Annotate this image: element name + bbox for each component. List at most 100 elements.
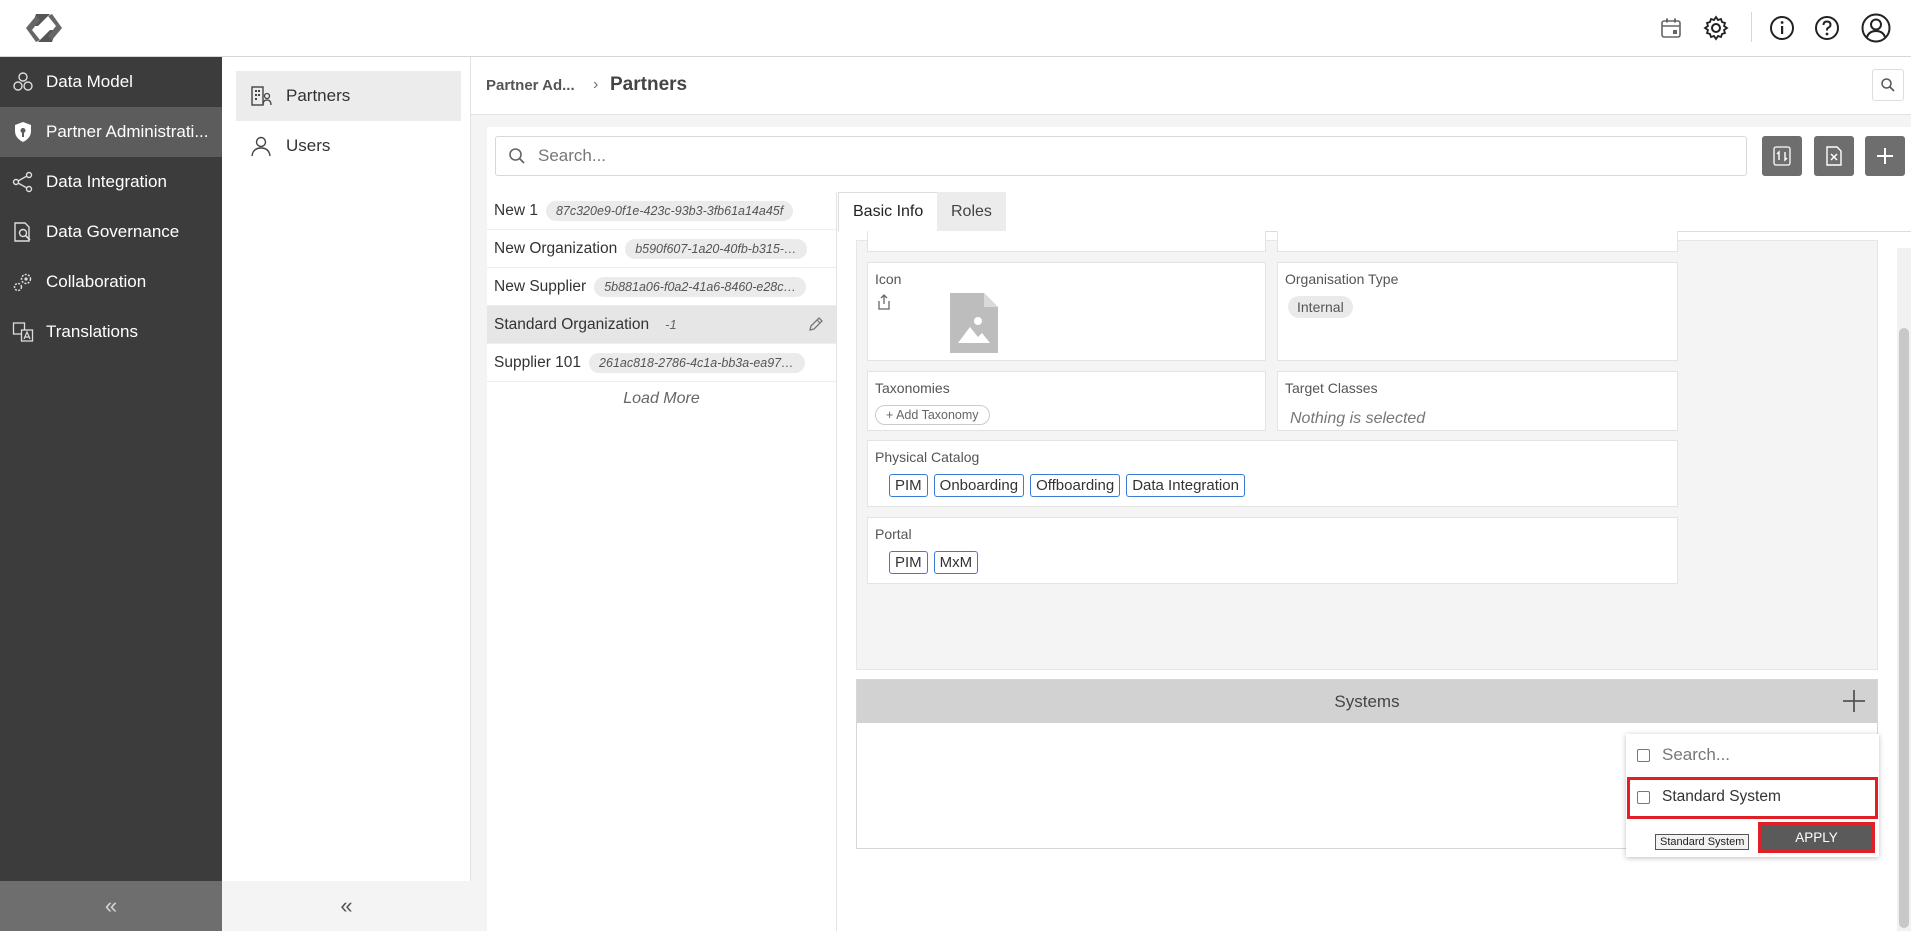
portal-pill-pim[interactable]: PIM	[889, 551, 928, 574]
sidebar-item-label: Data Model	[46, 72, 133, 91]
search-icon	[1881, 78, 1895, 92]
subnav-item-label: Partners	[286, 86, 351, 105]
partners-building-icon	[248, 83, 274, 109]
sidebar-item-label: Translations	[46, 322, 138, 341]
partner-name: New Supplier	[494, 277, 587, 295]
gears-icon	[10, 269, 36, 295]
partner-name: Supplier 101	[494, 353, 582, 371]
double-chevron-left-icon: «	[104, 893, 118, 918]
dropdown-search-input[interactable]: Search...	[1662, 745, 1730, 765]
organisation-type-badge: Internal	[1288, 296, 1353, 318]
subnav-collapse-button[interactable]: «	[222, 881, 471, 931]
app-logo-icon[interactable]	[20, 8, 68, 48]
taxonomies-label: Taxonomies	[875, 380, 950, 396]
delete-button[interactable]	[1814, 136, 1854, 176]
systems-header: Systems	[857, 680, 1877, 723]
add-system-button[interactable]	[1841, 688, 1867, 714]
catalog-pill-data-integration[interactable]: Data Integration	[1126, 474, 1245, 497]
refresh-button[interactable]	[1762, 136, 1802, 176]
portal-label: Portal	[875, 526, 912, 542]
gear-icon[interactable]	[1700, 12, 1732, 44]
physical-catalog-card: Physical Catalog PIM Onboarding Offboardin…	[867, 440, 1678, 507]
sidebar-item-label: Data Integration	[46, 172, 167, 191]
sidebar-item-data-model[interactable]: Data Model	[0, 57, 222, 107]
help-icon[interactable]	[1811, 12, 1843, 44]
sidebar-item-partner-administration[interactable]: Partner Administrati...	[0, 107, 222, 157]
list-item[interactable]: New 1 87c320e9-0f1e-423c-93b3-3fb61a14a4…	[487, 192, 836, 230]
catalog-pill-offboarding[interactable]: Offboarding	[1030, 474, 1121, 497]
tab-basic-info[interactable]: Basic Info	[838, 192, 939, 232]
double-chevron-left-icon: «	[340, 893, 353, 918]
edit-pencil-icon[interactable]	[808, 316, 824, 337]
sub-navigation: Partners Users «	[222, 57, 471, 931]
highlight-apply-box	[1758, 822, 1875, 853]
scrollbar-thumb[interactable]	[1899, 328, 1909, 928]
systems-title: Systems	[1334, 691, 1400, 711]
translate-icon	[10, 319, 36, 345]
list-item-selected[interactable]: Standard Organization -1	[487, 306, 836, 344]
target-classes-label: Target Classes	[1285, 380, 1378, 396]
partner-list: New 1 87c320e9-0f1e-423c-93b3-3fb61a14a4…	[487, 192, 837, 931]
content-scrollbar[interactable]	[1897, 248, 1911, 931]
sidebar-item-collaboration[interactable]: Collaboration	[0, 257, 222, 307]
organisation-type-label: Organisation Type	[1285, 271, 1399, 287]
sidebar-item-translations[interactable]: Translations	[0, 307, 222, 357]
partner-name: Standard Organization	[494, 315, 650, 333]
partner-id-badge: 87c320e9-0f1e-423c-93b3-3fb61a14a45f	[545, 200, 794, 221]
info-icon[interactable]	[1766, 12, 1798, 44]
topbar-divider	[1751, 12, 1752, 42]
portal-card: Portal PIM MxM	[867, 517, 1678, 584]
breadcrumb-parent[interactable]: Partner Ad...	[486, 77, 575, 94]
option-tooltip: Standard System	[1655, 834, 1750, 850]
icon-card: Icon	[867, 262, 1266, 361]
main-sidebar: Data Model Partner Administrati... Data …	[0, 57, 222, 931]
target-classes-card: Target Classes Nothing is selected	[1277, 371, 1678, 431]
catalog-pill-onboarding[interactable]: Onboarding	[933, 474, 1025, 497]
organisation-type-card: Organisation Type Internal	[1277, 262, 1678, 361]
portal-pill-mxm[interactable]: MxM	[933, 551, 979, 574]
list-item[interactable]: New Supplier 5b881a06-f0a2-41a6-8460-e28…	[487, 268, 836, 306]
subnav-item-partners[interactable]: Partners	[236, 71, 461, 121]
partner-name: New Organization	[494, 239, 618, 257]
partner-id: -1	[665, 317, 677, 332]
dropdown-search-row[interactable]: Search...	[1626, 734, 1879, 776]
highlight-option-box	[1627, 777, 1878, 819]
plus-icon	[1877, 148, 1893, 164]
shield-icon	[10, 119, 36, 145]
page-header: Partner Ad... › Partners	[471, 57, 1911, 115]
header-search-button[interactable]	[1872, 69, 1904, 101]
physical-catalog-label: Physical Catalog	[875, 449, 980, 465]
plus-icon	[1843, 690, 1865, 712]
cubes-icon	[10, 69, 36, 95]
add-partner-button[interactable]	[1865, 136, 1905, 176]
image-placeholder-icon	[950, 293, 998, 358]
sidebar-collapse-button[interactable]: «	[0, 881, 222, 931]
add-taxonomy-button[interactable]: + Add Taxonomy	[875, 405, 990, 425]
load-more-link[interactable]: Load More	[487, 382, 836, 408]
sidebar-item-label: Data Governance	[46, 222, 180, 241]
calendar-box-icon[interactable]	[1655, 12, 1687, 44]
partner-search-input[interactable]	[538, 146, 1438, 166]
target-classes-select[interactable]: Nothing is selected	[1290, 410, 1425, 428]
subnav-item-users[interactable]: Users	[236, 121, 461, 171]
select-all-checkbox[interactable]	[1637, 748, 1650, 762]
document-search-icon	[10, 219, 36, 245]
share-nodes-icon	[10, 169, 36, 195]
physical-catalog-pills: PIM Onboarding Offboarding Data Integration	[889, 474, 1251, 497]
icon-label: Icon	[875, 271, 902, 287]
sidebar-item-data-integration[interactable]: Data Integration	[0, 157, 222, 207]
page-title: Partners	[610, 74, 688, 95]
user-avatar-icon[interactable]	[1860, 12, 1892, 44]
list-item[interactable]: Supplier 101 261ac818-2786-4c1a-bb3a-ea9…	[487, 344, 836, 382]
list-item[interactable]: New Organization b590f607-1a20-40fb-b315…	[487, 230, 836, 268]
partner-name: New 1	[494, 201, 538, 219]
detail-tabs: Basic Info Roles	[838, 192, 1911, 232]
tab-roles[interactable]: Roles	[937, 192, 1006, 232]
sidebar-item-data-governance[interactable]: Data Governance	[0, 207, 222, 257]
catalog-pill-pim[interactable]: PIM	[889, 474, 928, 497]
delete-document-icon	[1826, 146, 1842, 166]
breadcrumb-separator: ›	[593, 76, 599, 93]
upload-icon[interactable]	[876, 293, 892, 316]
search-icon	[509, 148, 525, 164]
taxonomies-card: Taxonomies + Add Taxonomy	[867, 371, 1266, 431]
